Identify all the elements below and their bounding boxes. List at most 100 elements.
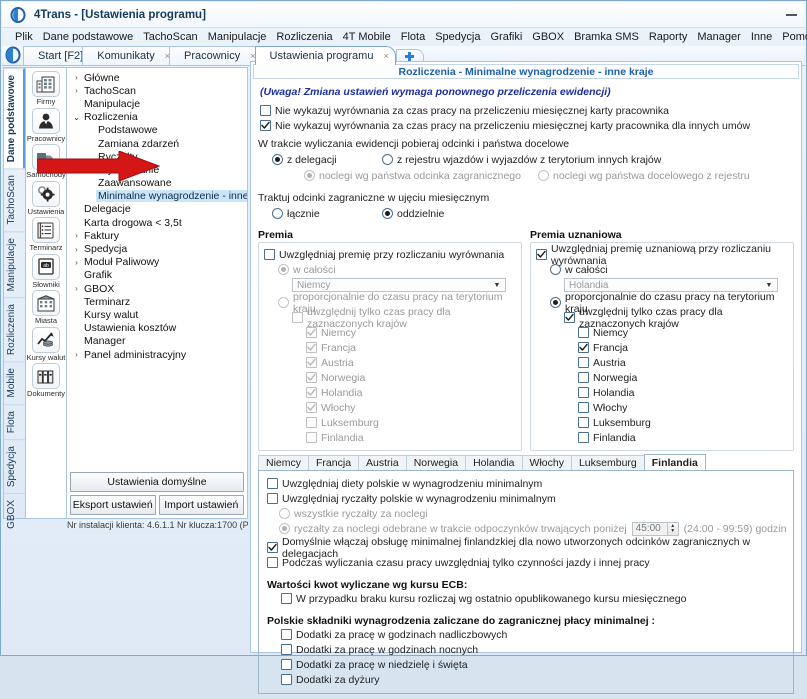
chevron-down-icon[interactable]: ▼: [763, 279, 775, 291]
tree-node-manager[interactable]: Manager: [71, 335, 245, 348]
premia-uznaniowa-country-norwegia-checkbox[interactable]: [578, 372, 589, 383]
premia-uznaniowa-country-w-ochy-checkbox[interactable]: [578, 402, 589, 413]
source-option-1-row[interactable]: z rejestru wjazdów i wyjazdów z terytori…: [382, 152, 661, 167]
premia-uznaniowa-country-luksemburg-checkbox[interactable]: [578, 417, 589, 428]
top-option-0-checkbox[interactable]: [260, 105, 271, 116]
source-option-0-row[interactable]: z delegacji: [272, 152, 382, 167]
finlandia-skladnik-3-row[interactable]: Dodatki za dyżury: [281, 672, 787, 687]
shortcut-terminarz[interactable]: Terminarz: [26, 217, 66, 252]
chevron-right-icon[interactable]: ›: [71, 350, 82, 359]
menu-item-gbox[interactable]: GBOX: [527, 30, 569, 44]
tree-node-minimalne-wynagrodzenie-inne-kraje[interactable]: Minimalne wynagrodzenie - inne kraje: [71, 190, 247, 203]
settings-tree[interactable]: › Główne › TachoScan Manipulacje ⌄ Rozliczenia…: [67, 68, 247, 470]
finlandia-ecb-option-row[interactable]: W przypadku braku kursu rozliczaj wg ost…: [281, 591, 787, 606]
tree-node-karta-drogowa-3-5t[interactable]: Karta drogowa < 3,5t: [71, 216, 245, 229]
menu-item-grafiki[interactable]: Grafiki: [485, 30, 527, 44]
premia-uznaniowa-country-francja-checkbox[interactable]: [578, 342, 589, 353]
tree-node-spedycja[interactable]: › Spedycja: [71, 242, 245, 255]
top-option-0-row[interactable]: Nie wykazuj wyrównania za czas pracy na …: [260, 103, 794, 118]
country-tab-niemcy[interactable]: Niemcy: [258, 455, 310, 470]
premia-uznaniowa-country-holandia-checkbox[interactable]: [578, 387, 589, 398]
premia-uznaniowa-country-w-ochy-row[interactable]: Włochy: [578, 400, 788, 415]
menu-item-manipulacje[interactable]: Manipulacje: [203, 30, 272, 44]
tree-node-podstawowe[interactable]: Podstawowe: [71, 124, 245, 137]
premia-enable-row[interactable]: Uwzględniaj premię przy rozliczaniu wyró…: [264, 247, 516, 262]
chevron-right-icon[interactable]: ›: [71, 73, 82, 82]
rail-item-tachoscan[interactable]: TachoScan: [4, 168, 25, 231]
default-settings-button[interactable]: Ustawienia domyślne: [70, 472, 244, 492]
tree-node-rozliczenia[interactable]: ⌄ Rozliczenia: [71, 111, 245, 124]
source-option-0-radio[interactable]: [272, 154, 283, 165]
finlandia-skladnik-2-checkbox[interactable]: [281, 659, 292, 670]
tree-node-rycza-ty[interactable]: Ryczałty: [71, 150, 245, 163]
chevron-down-icon[interactable]: ⌄: [71, 113, 82, 122]
shortcut-kursy-walut[interactable]: Kursy walut: [26, 326, 66, 362]
source-option-1-radio[interactable]: [382, 154, 393, 165]
premia-uznaniowa-country-finlandia-row[interactable]: Finlandia: [578, 430, 788, 445]
premia-uznaniowa-country-austria-row[interactable]: Austria: [578, 355, 788, 370]
country-tab-finlandia[interactable]: Finlandia: [643, 454, 706, 470]
chevron-right-icon[interactable]: ›: [71, 231, 82, 240]
finlandia-skladnik-0-row[interactable]: Dodatki za pracę w godzinach nadliczbowy…: [281, 627, 787, 642]
chevron-right-icon[interactable]: ›: [71, 86, 82, 95]
monthly-option-1-row[interactable]: oddzielnie: [382, 206, 444, 221]
finlandia-hours-input[interactable]: 45:00: [631, 521, 668, 536]
premia-uznaniowa-enable-row[interactable]: Uwzględniaj premię uznaniową przy rozlic…: [536, 243, 788, 267]
tree-node-zamiana-zdarze-[interactable]: Zamiana zdarzeń: [71, 137, 245, 150]
rail-item-spedycja[interactable]: Spedycja: [4, 438, 25, 494]
document-tab-ustawienia-programu[interactable]: Ustawienia programu ×: [254, 46, 396, 65]
import-settings-button[interactable]: Import ustawień: [158, 495, 244, 515]
finlandia-ecb-option-checkbox[interactable]: [281, 593, 292, 604]
shortcut-miasta[interactable]: Miasta: [26, 290, 66, 325]
rail-item-mobile[interactable]: Mobile: [4, 361, 25, 404]
monthly-option-0-row[interactable]: łącznie: [272, 206, 382, 221]
monthly-option-1-radio[interactable]: [382, 208, 393, 219]
country-tab-luksemburg[interactable]: Luksemburg: [570, 455, 645, 470]
rail-item-gbox[interactable]: GBOX: [4, 493, 25, 535]
rail-item-flota[interactable]: Flota: [4, 403, 25, 439]
finlandia-skladnik-2-row[interactable]: Dodatki za pracę w niedzielę i święta: [281, 657, 787, 672]
premia-uznaniowa-country-combo[interactable]: Holandia ▼: [564, 278, 778, 292]
tree-node-g-wne[interactable]: › Główne: [71, 71, 245, 84]
minimize-button[interactable]: [777, 2, 805, 22]
premia-uznaniowa-mode-whole-radio[interactable]: [550, 264, 561, 275]
shortcut-samochody[interactable]: Samochody: [26, 144, 66, 179]
menu-item-4t-mobile[interactable]: 4T Mobile: [338, 30, 396, 44]
shortcut-s-owniki[interactable]: ab Słowniki: [26, 253, 66, 289]
premia-uznaniowa-only-selected-row[interactable]: uwzględnij tylko czas pracy dla zaznaczo…: [564, 306, 788, 330]
shortcut-firmy[interactable]: Firmy: [26, 71, 66, 106]
chevron-down-icon[interactable]: ▼: [491, 279, 503, 291]
premia-uznaniowa-country-austria-checkbox[interactable]: [578, 357, 589, 368]
tree-node-tachoscan[interactable]: › TachoScan: [71, 84, 245, 97]
tab-close-icon[interactable]: ×: [383, 51, 388, 61]
finlandia-skladnik-1-checkbox[interactable]: [281, 644, 292, 655]
rail-item-dane-podstawowe[interactable]: Dane podstawowe: [4, 68, 25, 169]
tree-node-ustawienia-koszt-w[interactable]: Ustawienia kosztów: [71, 322, 245, 335]
menu-item-raporty[interactable]: Raporty: [644, 30, 693, 44]
menu-item-pomoc[interactable]: Pomoc: [777, 30, 807, 44]
menu-item-bramka-sms[interactable]: Bramka SMS: [569, 30, 644, 44]
tree-node-panel-administracyjny[interactable]: › Panel administracyjny: [71, 348, 245, 361]
premia-uznaniowa-country-niemcy-checkbox[interactable]: [578, 327, 589, 338]
finlandia-domyslnie-checkbox[interactable]: [267, 542, 278, 553]
chevron-right-icon[interactable]: ›: [71, 284, 82, 293]
tree-node-modu-paliwowy[interactable]: › Moduł Paliwowy: [71, 256, 245, 269]
document-tab-start-f2-[interactable]: Start [F2]: [23, 46, 91, 65]
finlandia-skladnik-0-checkbox[interactable]: [281, 629, 292, 640]
chevron-right-icon[interactable]: ›: [71, 258, 82, 267]
tree-node-grafik[interactable]: Grafik: [71, 269, 245, 282]
finlandia-ryczalty-row[interactable]: Uwzględniaj ryczałty polskie w wynagrodz…: [267, 491, 787, 506]
shortcut-dokumenty[interactable]: Dokumenty: [26, 363, 66, 398]
menu-item-inne[interactable]: Inne: [746, 30, 777, 44]
shortcut-pracownicy[interactable]: Pracownicy: [26, 107, 66, 143]
finlandia-domyslnie-row[interactable]: Domyślnie włączaj obsługę minimalnej fin…: [267, 536, 787, 560]
menu-item-spedycja[interactable]: Spedycja: [430, 30, 485, 44]
finlandia-diety-checkbox[interactable]: [267, 478, 278, 489]
country-tab-norwegia[interactable]: Norwegia: [405, 455, 467, 470]
shortcut-ustawienia[interactable]: Ustawienia: [26, 180, 66, 216]
tree-node-manipulacje[interactable]: Manipulacje: [71, 97, 245, 110]
tree-node-kursy-walut[interactable]: Kursy walut: [71, 308, 245, 321]
finlandia-ryczalty-checkbox[interactable]: [267, 493, 278, 504]
tree-node-terminarz[interactable]: Terminarz: [71, 295, 245, 308]
premia-uznaniowa-only-selected-checkbox[interactable]: [564, 312, 575, 323]
